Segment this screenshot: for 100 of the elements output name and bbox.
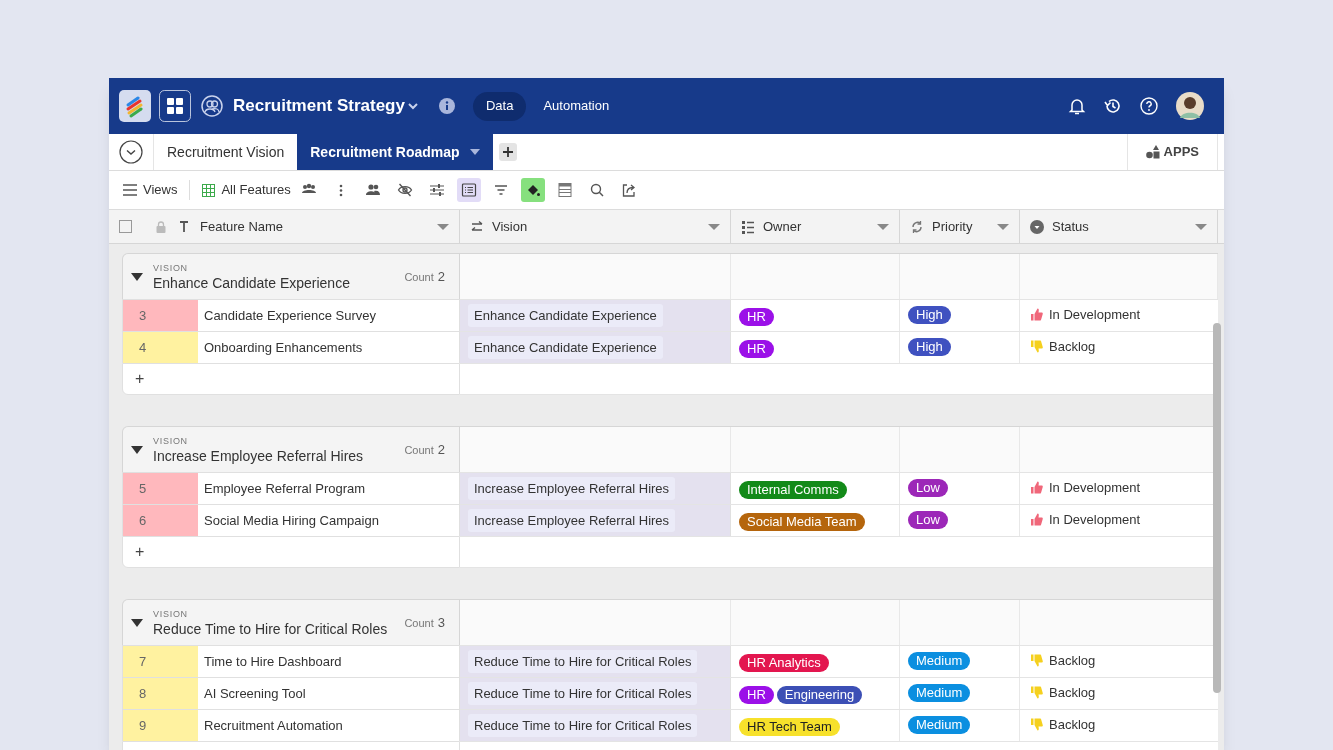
paint-bucket-button[interactable]	[520, 178, 545, 202]
owner-tag: HR Tech Team	[739, 718, 840, 736]
column-header[interactable]: Owner	[731, 210, 900, 243]
row-height-icon	[556, 182, 573, 198]
linked-record[interactable]: Reduce Time to Hire for Critical Roles	[468, 713, 698, 738]
row-number: 6	[123, 505, 198, 536]
shapes-icon	[1145, 145, 1160, 159]
group-title: Reduce Time to Hire for Critical Roles	[153, 619, 388, 639]
owner-tag: HR Analytics	[739, 654, 829, 672]
people-icon	[364, 182, 381, 198]
feature-name: Onboarding Enhancements	[203, 338, 363, 357]
column-label: Feature Name	[200, 217, 284, 236]
checkbox[interactable]	[119, 220, 132, 233]
two-way-arrow-icon	[470, 219, 484, 234]
status-text: In Development	[1049, 305, 1141, 324]
group-label: VISION	[153, 262, 189, 273]
priority-tag: Low	[908, 510, 948, 529]
caret-icon[interactable]	[437, 223, 449, 230]
info-icon[interactable]	[438, 98, 455, 114]
status-text: Backlog	[1049, 715, 1096, 734]
history-icon[interactable]	[1104, 97, 1122, 115]
refresh-icon	[910, 219, 924, 234]
row-number: 8	[123, 678, 198, 709]
list-icon	[741, 219, 755, 234]
group-title: Enhance Candidate Experience	[153, 273, 350, 293]
list-button[interactable]	[456, 178, 481, 202]
column-label: Status	[1052, 217, 1089, 236]
owner-tag: HR	[739, 686, 774, 704]
caret-down-icon[interactable]	[131, 445, 143, 454]
add-tab-icon[interactable]	[498, 143, 517, 161]
feature-name: Recruitment Automation	[203, 716, 343, 735]
view-selector[interactable]: All Features	[202, 180, 291, 200]
add-row[interactable]: +	[122, 536, 460, 568]
caret-icon[interactable]	[708, 223, 720, 230]
count-value: 3	[437, 613, 445, 632]
caret-down-icon[interactable]	[131, 618, 143, 627]
list-icon	[460, 182, 477, 198]
priority-tag: Medium	[908, 651, 971, 670]
count-label: Count	[404, 269, 434, 285]
sheet-tab[interactable]: Recruitment Roadmap	[297, 134, 493, 170]
apps-button[interactable]: APPS	[1126, 134, 1218, 170]
group-label: VISION	[153, 435, 189, 446]
caret-icon[interactable]	[997, 223, 1009, 230]
linked-record[interactable]: Enhance Candidate Experience	[468, 335, 663, 360]
linked-record[interactable]: Increase Employee Referral Hires	[468, 476, 676, 501]
caret-down-icon[interactable]	[131, 272, 143, 281]
dropdown-circle-icon	[1030, 219, 1044, 234]
notification-bell-icon[interactable]	[1068, 97, 1086, 115]
feature-name: Social Media Hiring Campaign	[203, 511, 379, 530]
group-label: VISION	[153, 608, 189, 619]
search-icon	[588, 182, 605, 198]
column-header[interactable]: Status	[1020, 210, 1218, 243]
count-label: Count	[404, 615, 434, 631]
nav-tab[interactable]: Automation	[530, 91, 623, 121]
column-header[interactable]: Feature Name	[109, 210, 460, 243]
linked-record[interactable]: Reduce Time to Hire for Critical Roles	[468, 681, 698, 706]
status-text: In Development	[1049, 510, 1141, 529]
feature-name: Time to Hire Dashboard	[203, 652, 342, 671]
caret-icon[interactable]	[877, 223, 889, 230]
row-number: 5	[123, 473, 198, 504]
workspace-title[interactable]: Recruitment Strategy	[233, 93, 419, 119]
menu-icon	[123, 184, 137, 196]
add-row-button[interactable]: +	[133, 371, 147, 387]
status-text: Backlog	[1049, 337, 1096, 356]
status-text: Backlog	[1049, 683, 1096, 702]
column-header[interactable]: Vision	[460, 210, 731, 243]
caret-icon[interactable]	[1195, 223, 1207, 230]
status-text: In Development	[1049, 478, 1141, 497]
caret-icon	[469, 149, 480, 155]
count-label: Count	[404, 442, 434, 458]
linked-record[interactable]: Enhance Candidate Experience	[468, 303, 663, 328]
linked-record[interactable]: Increase Employee Referral Hires	[468, 508, 676, 533]
feature-name: AI Screening Tool	[203, 684, 306, 703]
grid-icon	[202, 183, 216, 197]
add-row[interactable]: +	[122, 363, 460, 395]
row-number: 4	[123, 332, 198, 363]
sliders-icon	[428, 182, 445, 198]
collapse-toggle-icon[interactable]	[119, 140, 143, 164]
avatar[interactable]	[1176, 92, 1204, 120]
more-icon	[338, 183, 343, 197]
priority-tag: Medium	[908, 715, 971, 734]
column-label: Priority	[932, 217, 973, 236]
priority-tag: High	[908, 305, 951, 324]
apps-grid-icon[interactable]	[159, 90, 191, 122]
priority-tag: High	[908, 337, 951, 356]
row-number: 3	[123, 300, 198, 331]
scrollbar[interactable]	[1213, 323, 1221, 693]
help-icon[interactable]	[1140, 97, 1158, 115]
app-logo-icon[interactable]	[119, 90, 151, 122]
views-button[interactable]: Views	[123, 180, 191, 200]
eye-slash-icon	[396, 182, 413, 198]
nav-tab[interactable]: Data	[472, 91, 527, 121]
add-row-button[interactable]: +	[133, 544, 147, 560]
owner-tag: Engineering	[776, 686, 863, 704]
share-icon	[620, 182, 637, 198]
column-label: Vision	[492, 217, 528, 236]
linked-record[interactable]: Reduce Time to Hire for Critical Roles	[468, 649, 698, 674]
chevron-down-icon	[406, 100, 419, 112]
column-header[interactable]: Priority	[900, 210, 1020, 243]
feature-name: Employee Referral Program	[203, 479, 366, 498]
